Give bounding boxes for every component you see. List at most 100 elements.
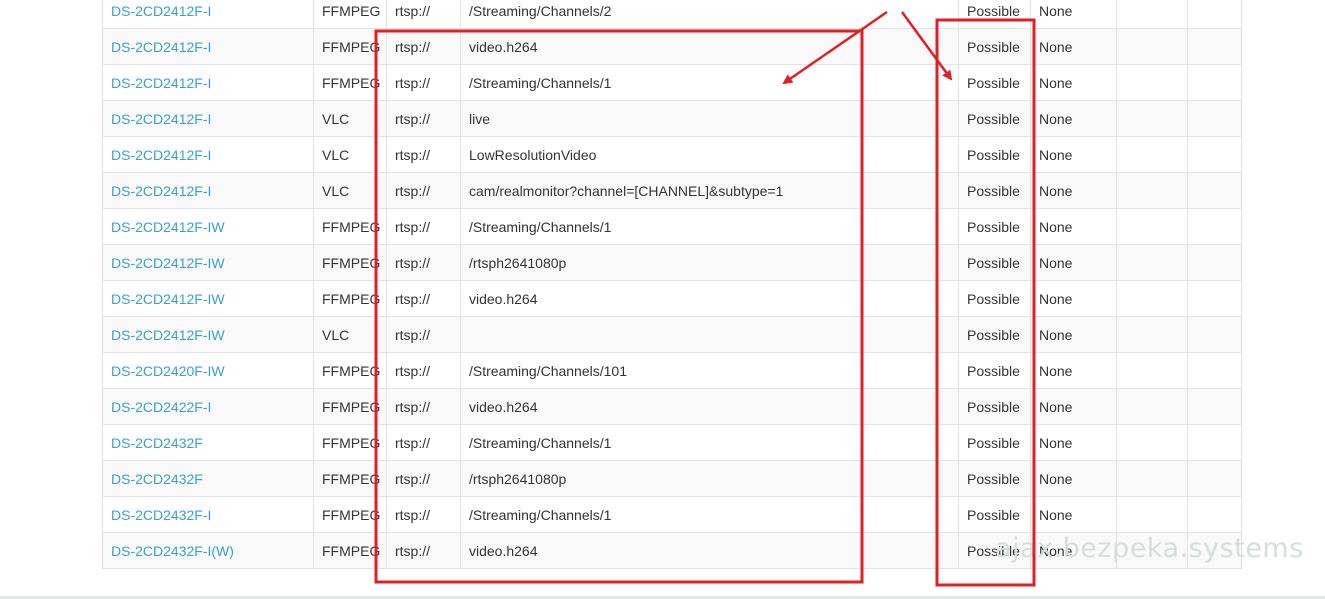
empty-cell (1187, 460, 1242, 497)
path-cell: live (460, 100, 959, 137)
empty-cell (1116, 172, 1188, 209)
model-cell: DS-2CD2412F-IW (102, 208, 314, 245)
status-cell: Possible (958, 208, 1031, 245)
model-link[interactable]: DS-2CD2412F-I (111, 39, 211, 55)
model-cell: DS-2CD2432F-I (102, 496, 314, 533)
model-link[interactable]: DS-2CD2420F-IW (111, 363, 225, 379)
client-cell: FFMPEG (313, 424, 387, 461)
auth-cell: None (1030, 460, 1117, 497)
model-link[interactable]: DS-2CD2412F-I (111, 75, 211, 91)
empty-cell (1116, 352, 1188, 389)
model-link[interactable]: DS-2CD2432F-I(W) (111, 543, 234, 559)
status-cell: Possible (958, 244, 1031, 281)
client-cell: FFMPEG (313, 388, 387, 425)
auth-cell: None (1030, 316, 1117, 353)
status-cell: Possible (958, 496, 1031, 533)
table-row: DS-2CD2412F-IW FFMPEG rtsp:///Streaming/Ch… (102, 208, 1242, 245)
empty-cell (1116, 424, 1188, 461)
auth-cell: None (1030, 388, 1117, 425)
protocol-cell: rtsp:// (386, 424, 461, 461)
protocol-cell: rtsp:// (386, 0, 461, 29)
client-cell: VLC (313, 316, 387, 353)
client-cell: FFMPEG (313, 208, 387, 245)
model-cell: DS-2CD2412F-IW (102, 244, 314, 281)
client-cell: FFMPEG (313, 532, 387, 569)
model-link[interactable]: DS-2CD2412F-IW (111, 291, 225, 307)
auth-cell: None (1030, 0, 1117, 29)
auth-cell: None (1030, 352, 1117, 389)
protocol-cell: rtsp:// (386, 208, 461, 245)
model-cell: DS-2CD2432F (102, 424, 314, 461)
empty-cell (1187, 280, 1242, 317)
empty-cell (1187, 496, 1242, 533)
path-cell: /rtsph2641080p (460, 244, 959, 281)
empty-cell (1116, 460, 1188, 497)
empty-cell (1116, 136, 1188, 173)
table-row: DS-2CD2412F-I FFMPEG rtsp://video.h264 Poss… (102, 28, 1242, 65)
status-cell: Possible (958, 64, 1031, 101)
model-link[interactable]: DS-2CD2412F-IW (111, 219, 225, 235)
model-cell: DS-2CD2422F-I (102, 388, 314, 425)
model-cell: DS-2CD2412F-I (102, 28, 314, 65)
rtsp-streams-table: DS-2CD2412F-I FFMPEG rtsp:///Streaming/Cha… (102, 0, 1242, 569)
client-cell: FFMPEG (313, 496, 387, 533)
streams-table-wrapper: DS-2CD2412F-I FFMPEG rtsp:///Streaming/Cha… (102, 0, 1242, 569)
empty-cell (1187, 244, 1242, 281)
model-link[interactable]: DS-2CD2412F-I (111, 3, 211, 19)
path-cell: video.h264 (460, 532, 959, 569)
path-cell: /rtsph2641080p (460, 460, 959, 497)
client-cell: VLC (313, 100, 387, 137)
status-cell: Possible (958, 28, 1031, 65)
model-link[interactable]: DS-2CD2412F-I (111, 147, 211, 163)
model-link[interactable]: DS-2CD2432F-I (111, 507, 211, 523)
table-row: DS-2CD2432F FFMPEG rtsp:///rtsph2641080p Po… (102, 460, 1242, 497)
empty-cell (1187, 424, 1242, 461)
path-cell: /Streaming/Channels/1 (460, 496, 959, 533)
table-row: DS-2CD2420F-IW FFMPEG rtsp:///Streaming/Ch… (102, 352, 1242, 389)
table-row: DS-2CD2412F-I VLC rtsp://live Possible None (102, 100, 1242, 137)
model-link[interactable]: DS-2CD2432F (111, 435, 203, 451)
path-cell: /Streaming/Channels/1 (460, 64, 959, 101)
client-cell: FFMPEG (313, 244, 387, 281)
empty-cell (1116, 244, 1188, 281)
model-link[interactable]: DS-2CD2422F-I (111, 399, 211, 415)
protocol-cell: rtsp:// (386, 352, 461, 389)
model-cell: DS-2CD2412F-I (102, 100, 314, 137)
model-link[interactable]: DS-2CD2412F-I (111, 111, 211, 127)
empty-cell (1187, 100, 1242, 137)
client-cell: FFMPEG (313, 352, 387, 389)
auth-cell: None (1030, 280, 1117, 317)
empty-cell (1187, 388, 1242, 425)
protocol-cell: rtsp:// (386, 100, 461, 137)
empty-cell (1116, 0, 1188, 29)
empty-cell (1116, 496, 1188, 533)
model-link[interactable]: DS-2CD2412F-I (111, 183, 211, 199)
status-cell: Possible (958, 136, 1031, 173)
empty-cell (1116, 316, 1188, 353)
empty-cell (1187, 136, 1242, 173)
empty-cell (1116, 388, 1188, 425)
protocol-cell: rtsp:// (386, 280, 461, 317)
table-row: DS-2CD2432F FFMPEG rtsp:///Streaming/Chann… (102, 424, 1242, 461)
auth-cell: None (1030, 424, 1117, 461)
protocol-cell: rtsp:// (386, 244, 461, 281)
status-cell: Possible (958, 100, 1031, 137)
auth-cell: None (1030, 208, 1117, 245)
status-cell: Possible (958, 460, 1031, 497)
path-cell: /Streaming/Channels/1 (460, 424, 959, 461)
path-cell: LowResolutionVideo (460, 136, 959, 173)
client-cell: VLC (313, 136, 387, 173)
model-link[interactable]: DS-2CD2412F-IW (111, 327, 225, 343)
protocol-cell: rtsp:// (386, 28, 461, 65)
model-cell: DS-2CD2412F-I (102, 172, 314, 209)
model-cell: DS-2CD2412F-I (102, 0, 314, 29)
auth-cell: None (1030, 496, 1117, 533)
auth-cell: None (1030, 100, 1117, 137)
model-cell: DS-2CD2420F-IW (102, 352, 314, 389)
model-link[interactable]: DS-2CD2432F (111, 471, 203, 487)
path-cell (460, 316, 959, 353)
model-link[interactable]: DS-2CD2412F-IW (111, 255, 225, 271)
model-cell: DS-2CD2432F-I(W) (102, 532, 314, 569)
table-row: DS-2CD2412F-IW VLC rtsp:// Possible None (102, 316, 1242, 353)
client-cell: FFMPEG (313, 28, 387, 65)
